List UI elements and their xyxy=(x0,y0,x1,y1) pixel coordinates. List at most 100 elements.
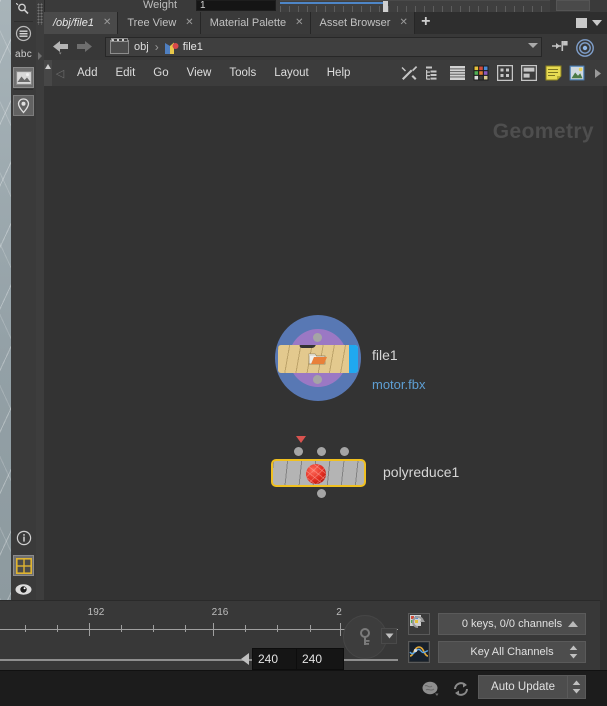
menu-edit[interactable]: Edit xyxy=(106,60,144,86)
shelf-quadview-icon[interactable] xyxy=(13,555,34,576)
tab-label: Tree View xyxy=(127,13,176,34)
info-glyph xyxy=(16,530,32,546)
menubar-grip-icon xyxy=(45,64,51,69)
abc-label: abc xyxy=(15,49,32,60)
key-mode-stepper-icon[interactable] xyxy=(569,645,578,659)
sticky-note-button[interactable] xyxy=(543,64,563,83)
back-arrow-icon xyxy=(50,38,71,56)
shelf-abc-tool[interactable]: abc xyxy=(13,44,34,65)
polyreduce1-output-connector[interactable] xyxy=(317,489,326,498)
shelf-magnify-icon[interactable] xyxy=(13,0,34,21)
tab-close-icon[interactable]: ✕ xyxy=(295,18,303,28)
update-mode-stepper[interactable] xyxy=(568,675,586,699)
menubar-grip[interactable] xyxy=(44,60,52,86)
network-canvas[interactable]: Geometry xyxy=(44,86,607,600)
file1-output-connector[interactable] xyxy=(313,375,322,384)
menubar-scroll-left-icon[interactable]: ◁ xyxy=(52,67,68,80)
tab-obj-file1[interactable]: /obj/file1 ✕ xyxy=(44,12,118,34)
image-backdrop-icon xyxy=(569,65,585,81)
color-palette-icon xyxy=(473,65,489,81)
polyreduce1-input-0[interactable] xyxy=(294,447,303,456)
pane-layout-button[interactable] xyxy=(519,64,539,83)
key-mode-button[interactable]: Key All Channels xyxy=(438,641,586,663)
tab-material-palette[interactable]: Material Palette ✕ xyxy=(201,12,311,34)
locate-node-button[interactable] xyxy=(575,38,595,56)
menu-go[interactable]: Go xyxy=(144,60,177,86)
tree-hierarchy-button[interactable] xyxy=(423,64,443,83)
polyreduce1-node-body[interactable] xyxy=(271,459,366,487)
geometry-node-glyph xyxy=(163,41,179,55)
menu-help[interactable]: Help xyxy=(318,60,360,86)
tab-tree-view[interactable]: Tree View ✕ xyxy=(118,12,200,34)
magnify-glyph xyxy=(16,3,31,18)
pane-menu-chevron-icon[interactable] xyxy=(592,20,602,26)
shelf-divider xyxy=(14,21,33,22)
dock-expand-icon[interactable] xyxy=(38,52,42,60)
tab-close-icon[interactable]: ✕ xyxy=(185,18,193,28)
node-file1[interactable]: file1 motor.fbx xyxy=(275,315,361,401)
tabbar-controls xyxy=(576,12,605,34)
animation-graph-button[interactable] xyxy=(408,641,430,663)
maximize-pane-icon[interactable] xyxy=(576,18,587,28)
layers-list-button[interactable] xyxy=(447,64,467,83)
cook-status-button[interactable] xyxy=(420,679,442,699)
forward-arrow-icon xyxy=(74,38,95,56)
update-mode-label: Auto Update xyxy=(491,681,555,693)
image-backdrop-button[interactable] xyxy=(567,64,587,83)
channel-list-button[interactable] xyxy=(408,613,430,635)
end-frame-field[interactable]: 240 xyxy=(296,648,344,670)
timeline-ruler[interactable]: 192 216 2 xyxy=(0,603,398,637)
keys-status-expand-icon[interactable] xyxy=(568,621,578,627)
tab-close-icon[interactable]: ✕ xyxy=(399,18,407,28)
menu-add[interactable]: Add xyxy=(68,60,106,86)
add-tab-button[interactable]: + xyxy=(415,12,437,34)
tools-wrench-button[interactable] xyxy=(399,64,419,83)
menu-tools[interactable]: Tools xyxy=(220,60,265,86)
dock-grip-icon[interactable] xyxy=(37,3,43,25)
parameter-strip: Weight 1 xyxy=(0,0,607,12)
stepper-updown-icon xyxy=(569,645,578,659)
polyreduce1-input-2[interactable] xyxy=(340,447,349,456)
path-bar: obj › file1 xyxy=(44,34,607,61)
update-mode-button[interactable]: Auto Update xyxy=(478,675,568,699)
pin-path-button[interactable] xyxy=(550,38,570,56)
polyreduce1-input-1[interactable] xyxy=(317,447,326,456)
weight-slider[interactable] xyxy=(280,0,550,12)
breadcrumb-obj[interactable]: obj xyxy=(134,41,149,53)
refresh-button[interactable] xyxy=(450,679,472,699)
file1-node-body[interactable] xyxy=(278,345,358,373)
keys-status-button[interactable]: 0 keys, 0/0 channels xyxy=(438,613,586,635)
color-palette-button[interactable] xyxy=(471,64,491,83)
node-polyreduce1[interactable]: polyreduce1 xyxy=(271,440,371,495)
weight-slider-knob[interactable] xyxy=(383,1,388,12)
dots-grid-button[interactable] xyxy=(495,64,515,83)
tab-close-icon[interactable]: ✕ xyxy=(103,18,111,28)
tree-hierarchy-icon xyxy=(425,65,441,81)
path-field[interactable]: obj › file1 xyxy=(105,37,542,57)
toolbar-overflow-button[interactable] xyxy=(591,64,603,83)
shelf-marker-icon[interactable] xyxy=(13,95,34,116)
canvas-vertical-scrollbar[interactable] xyxy=(603,86,607,600)
file1-input-connector[interactable] xyxy=(313,333,322,342)
shelf-info-icon[interactable] xyxy=(13,527,34,548)
polyreduce1-render-flag[interactable] xyxy=(296,436,306,443)
polyreduce1-label: polyreduce1 xyxy=(383,464,459,480)
shelf-list-icon[interactable] xyxy=(13,23,34,44)
viewport-sliver[interactable] xyxy=(0,0,11,600)
key-options-dropdown[interactable] xyxy=(381,628,397,644)
file1-display-flag[interactable] xyxy=(349,345,358,373)
breadcrumb-current[interactable]: file1 xyxy=(183,41,203,53)
shelf-visibility-icon[interactable] xyxy=(13,579,34,600)
menu-layout[interactable]: Layout xyxy=(265,60,318,86)
back-button[interactable] xyxy=(50,38,72,56)
current-frame-field[interactable]: 240 xyxy=(252,648,300,670)
playhead-handle[interactable] xyxy=(241,653,249,665)
file-node-icon xyxy=(163,41,177,54)
forward-button[interactable] xyxy=(74,38,96,56)
shelf-image-icon[interactable] xyxy=(13,67,34,88)
weight-value-field[interactable]: 1 xyxy=(196,0,276,11)
tab-asset-browser[interactable]: Asset Browser ✕ xyxy=(311,12,415,34)
path-dropdown-icon[interactable] xyxy=(528,43,538,48)
pane-tab-bar: /obj/file1 ✕ Tree View ✕ Material Palett… xyxy=(44,12,607,35)
menu-view[interactable]: View xyxy=(178,60,221,86)
